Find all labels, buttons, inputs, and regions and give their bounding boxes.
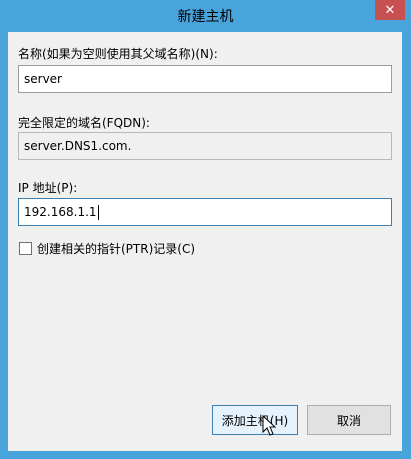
fqdn-label: 完全限定的域名(FQDN): <box>18 116 150 130</box>
dialog-title: 新建主机 <box>177 9 234 25</box>
name-label: 名称(如果为空则使用其父域名称)(N): <box>18 47 218 61</box>
add-host-button-label: 添加主机(H) <box>221 413 289 428</box>
close-icon: ✕ <box>384 2 396 18</box>
ptr-checkbox-label[interactable]: 创建相关的指针(PTR)记录(C) <box>37 240 195 257</box>
mouse-cursor-icon <box>262 415 276 436</box>
fqdn-value: server.DNS1.com. <box>24 139 132 153</box>
cancel-button[interactable]: 取消 <box>307 405 391 435</box>
ip-label: IP 地址(P): <box>18 181 78 195</box>
ptr-checkbox-row[interactable]: 创建相关的指针(PTR)记录(C) <box>19 240 195 257</box>
cancel-button-label: 取消 <box>336 413 361 428</box>
close-button[interactable]: ✕ <box>375 0 405 20</box>
ip-address-input[interactable]: 192.168.1.1 <box>18 198 392 226</box>
new-host-dialog: 新建主机 ✕ 名称(如果为空则使用其父域名称)(N): server 完全限定的… <box>0 0 411 459</box>
text-caret <box>97 205 99 220</box>
dialog-body: 名称(如果为空则使用其父域名称)(N): server 完全限定的域名(FQDN… <box>8 32 402 451</box>
name-input-value: server <box>24 72 62 86</box>
add-host-button[interactable]: 添加主机(H) <box>212 405 298 435</box>
title-bar[interactable]: 新建主机 ✕ <box>0 0 411 32</box>
name-input[interactable]: server <box>18 65 392 93</box>
fqdn-field: server.DNS1.com. <box>18 132 392 160</box>
ip-input-value: 192.168.1.1 <box>24 205 97 219</box>
ptr-checkbox[interactable] <box>19 242 32 255</box>
